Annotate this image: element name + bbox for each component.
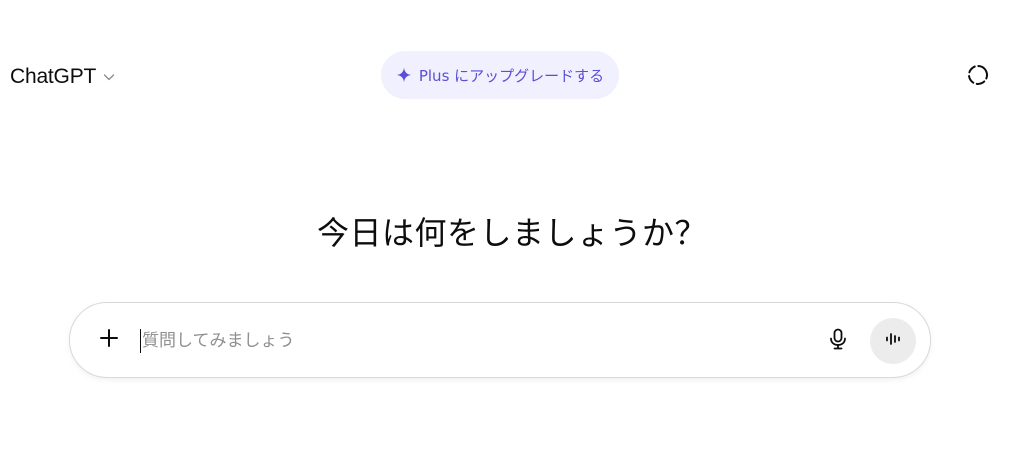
dashed-circle-icon [966,63,990,91]
voice-waveform-icon [883,329,903,353]
sparkle-icon [396,67,412,83]
model-selector[interactable]: ChatGPT [10,62,116,92]
plus-icon [98,327,120,353]
dictate-button[interactable] [822,325,854,357]
voice-mode-button[interactable] [870,318,916,364]
prompt-input[interactable] [142,325,782,357]
page-headline: 今日は何をしましょうか？ [316,214,707,252]
prompt-composer [69,302,931,378]
temporary-chat-button[interactable] [962,61,994,93]
upgrade-label: Plus にアップグレードする [418,66,605,85]
text-caret [140,329,141,353]
attach-button[interactable] [94,325,124,355]
chevron-down-icon [102,70,116,84]
microphone-icon [828,328,848,354]
upgrade-plus-button[interactable]: Plus にアップグレードする [381,51,619,99]
chatgpt-home-page: ChatGPT Plus にアップグレードする 今日は何をしましょうか？ [0,0,1024,468]
model-name: ChatGPT [10,65,97,88]
